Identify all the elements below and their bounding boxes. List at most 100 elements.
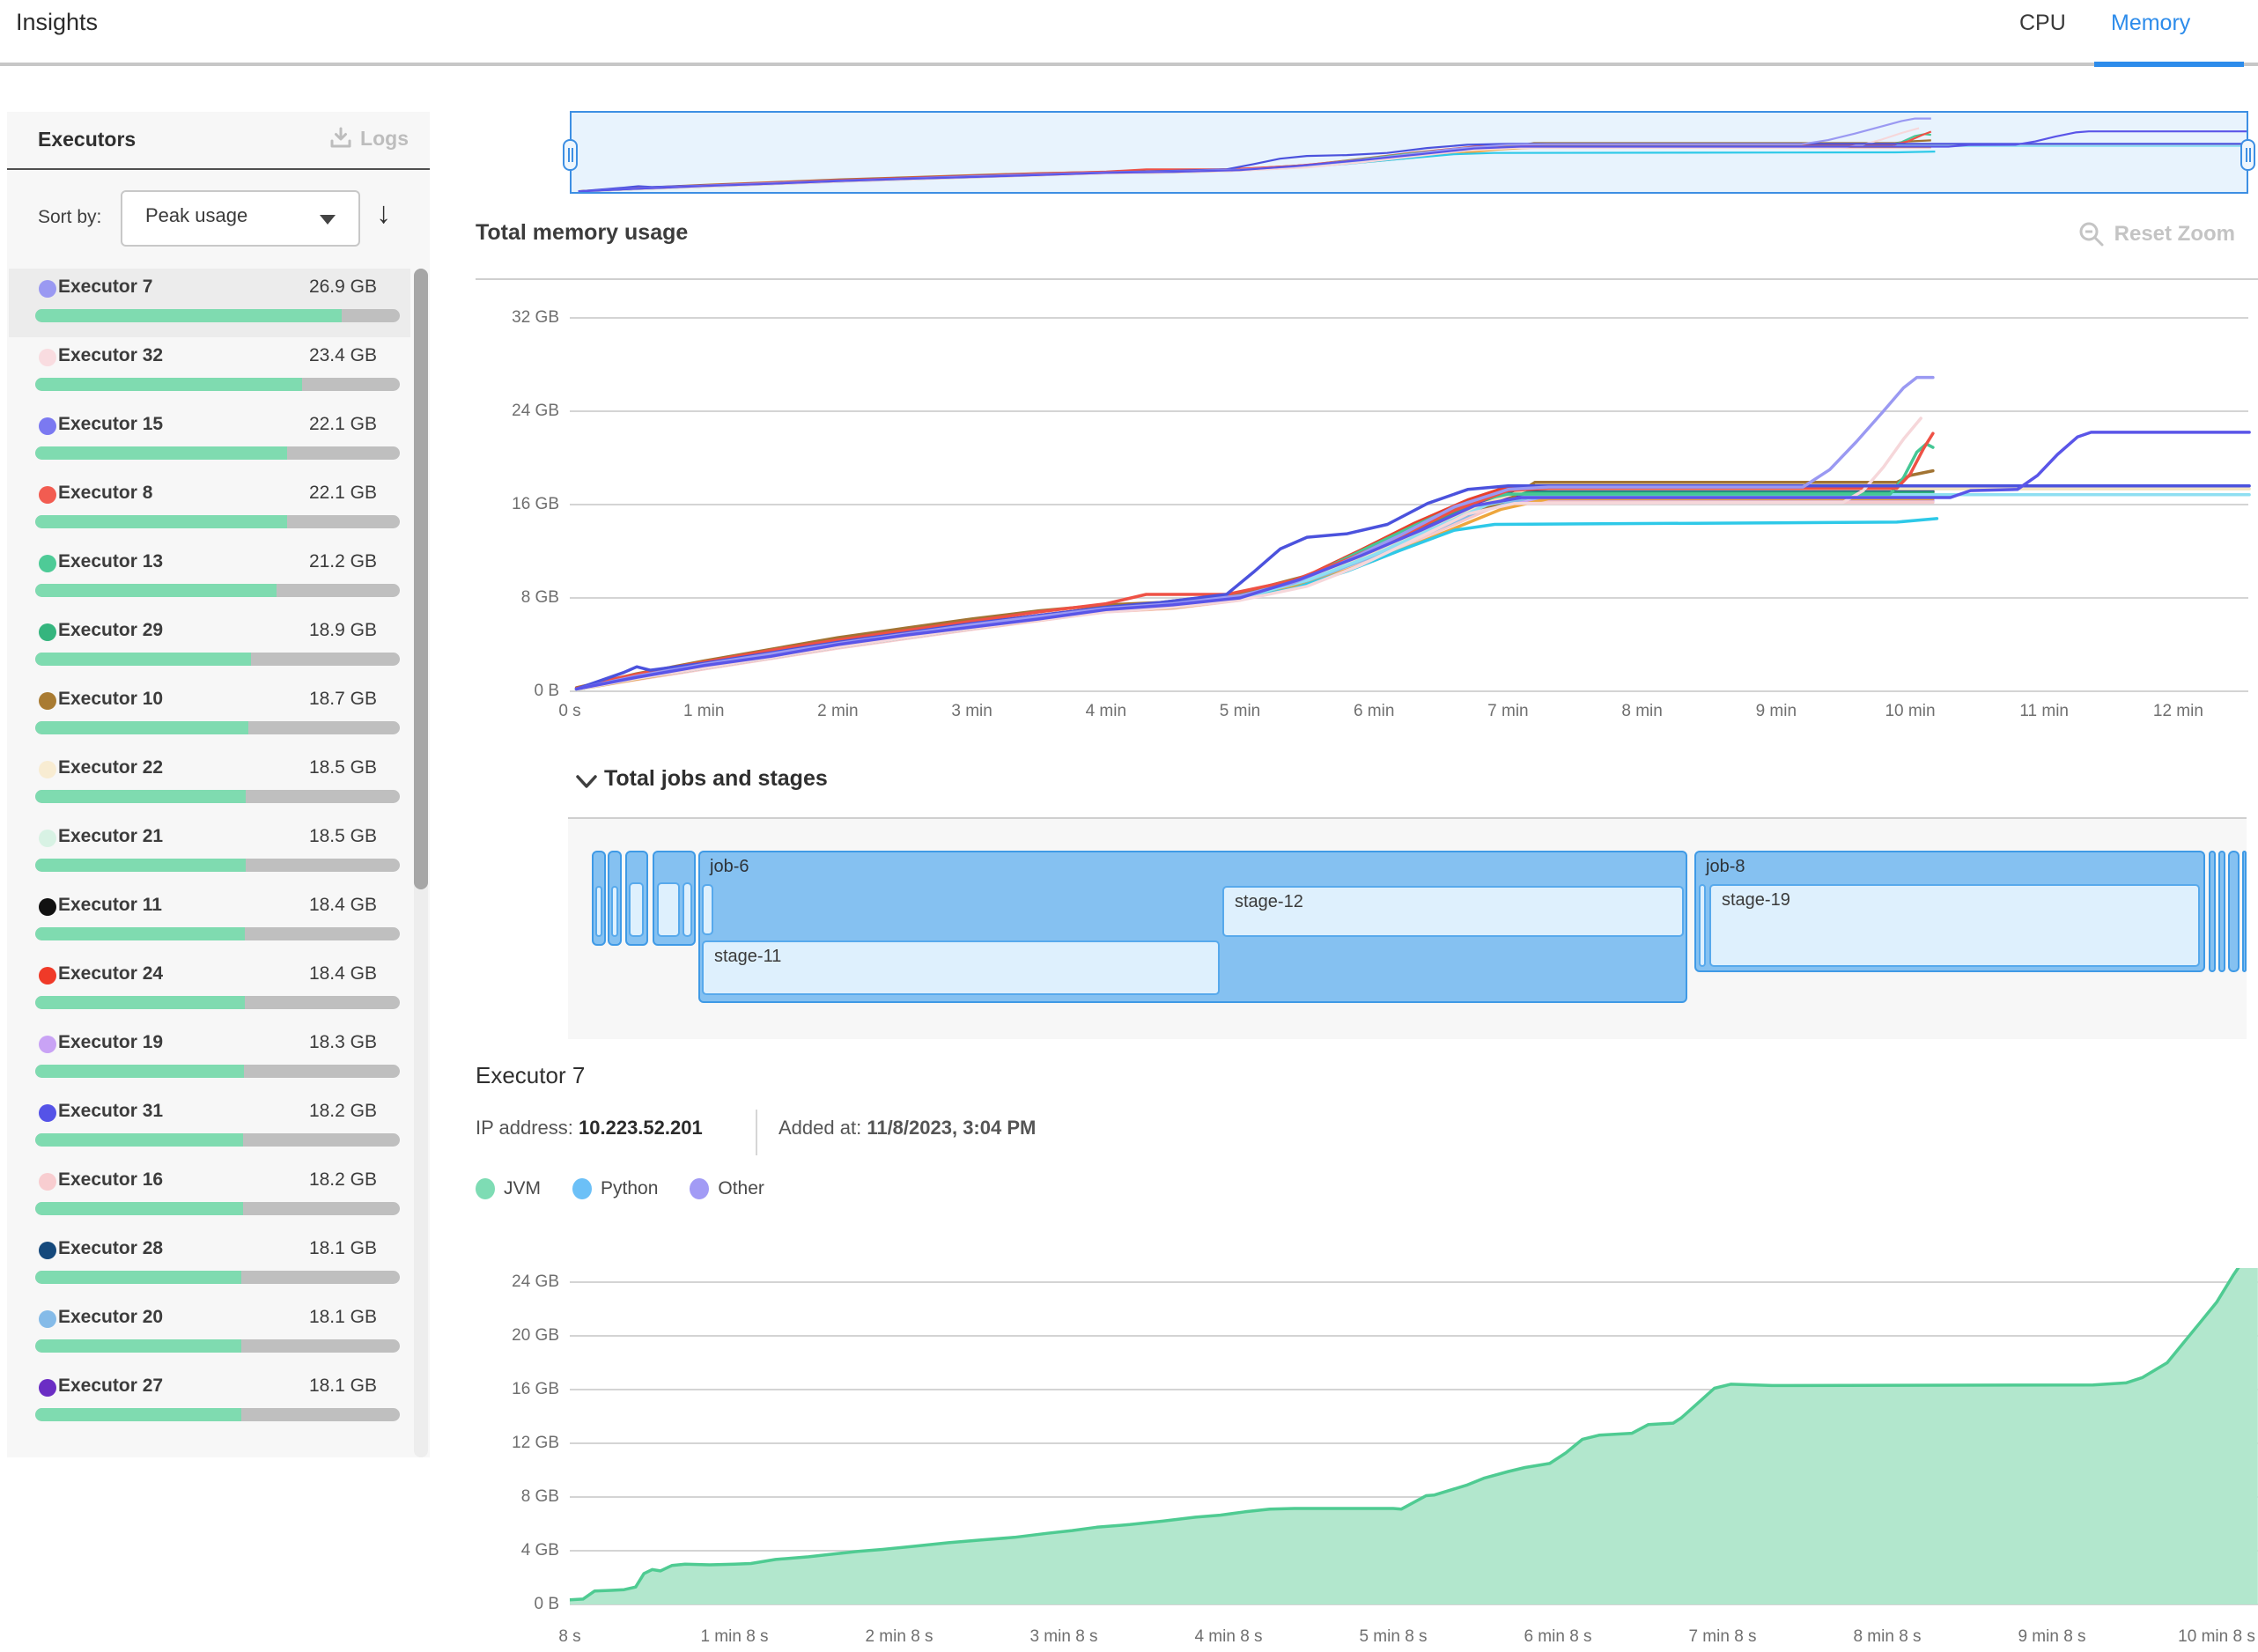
executor-color-dot bbox=[39, 1379, 56, 1397]
executor-row[interactable]: Executor 3223.4 GB bbox=[9, 337, 410, 406]
stage-bar[interactable] bbox=[683, 882, 692, 937]
executor-usage-fill bbox=[35, 859, 246, 872]
reset-zoom-button[interactable]: Reset Zoom bbox=[2077, 220, 2235, 248]
sort-select[interactable]: Peak usage bbox=[121, 190, 360, 247]
scrollbar-thumb[interactable] bbox=[414, 269, 428, 889]
executor-usage-fill bbox=[35, 721, 248, 734]
brush-handle-left[interactable] bbox=[563, 139, 578, 171]
executor-row[interactable]: Executor 15 22.1 GB bbox=[9, 406, 410, 475]
executor-usage-bar bbox=[35, 309, 400, 322]
stage-bar[interactable] bbox=[702, 884, 713, 935]
executor-name: Executor 15 bbox=[58, 414, 163, 435]
executor-usage-bar bbox=[35, 1408, 400, 1421]
stage-bar-stage-19[interactable]: stage-19 bbox=[1709, 884, 2200, 967]
legend-label: JVM bbox=[504, 1178, 541, 1199]
x-axis-label: 10 min 8 s bbox=[2178, 1627, 2255, 1647]
executor-usage-fill bbox=[35, 1271, 241, 1284]
zoom-brush-strip[interactable] bbox=[570, 111, 2248, 194]
executor-row[interactable]: Executor 726.9 GB bbox=[9, 269, 410, 337]
executor-name: Executor 7 bbox=[58, 277, 152, 298]
jobs-gantt-panel: job-6stage-12stage-11job-8stage-19 bbox=[568, 817, 2247, 1039]
executor-color-dot bbox=[39, 280, 56, 298]
executor-name: Executor 32 bbox=[58, 345, 163, 366]
y-axis-label: 32 GB bbox=[480, 308, 559, 328]
executor-peak-value: 22.1 GB bbox=[309, 483, 377, 504]
executor-row[interactable]: Executor 1018.7 GB bbox=[9, 681, 410, 749]
stage-bar[interactable] bbox=[1699, 884, 1706, 967]
executor-row[interactable]: Executor 2418.4 GB bbox=[9, 955, 410, 1024]
executor-memory-chart[interactable] bbox=[476, 1268, 2258, 1620]
executor-usage-fill bbox=[35, 927, 245, 940]
executor-name: Executor 8 bbox=[58, 483, 152, 504]
executor-usage-fill bbox=[35, 1202, 243, 1215]
executor-name: Executor 21 bbox=[58, 826, 163, 847]
sort-direction-button[interactable]: ↓ bbox=[376, 196, 391, 231]
sort-by-label: Sort by: bbox=[38, 207, 101, 228]
executor-name: Executor 13 bbox=[58, 551, 163, 572]
executor-list: Executor 726.9 GBExecutor 3223.4 GBExecu… bbox=[7, 269, 412, 1457]
added-at-row: Added at: 11/8/2023, 3:04 PM bbox=[778, 1117, 1036, 1139]
executor-row[interactable]: Executor 3118.2 GB bbox=[9, 1093, 410, 1162]
executor-usage-bar bbox=[35, 721, 400, 734]
x-axis-label: 6 min bbox=[1354, 702, 1394, 721]
executor-row[interactable]: Executor 8 22.1 GB bbox=[9, 475, 410, 543]
total-memory-chart[interactable] bbox=[476, 280, 2258, 733]
added-at-label: Added at: bbox=[778, 1117, 861, 1139]
legend-item-jvm: JVM bbox=[476, 1178, 541, 1199]
executor-color-dot bbox=[39, 830, 56, 847]
jobs-section-title[interactable]: Total jobs and stages bbox=[604, 766, 828, 792]
executor-color-dot bbox=[39, 1310, 56, 1328]
executor-name: Executor 16 bbox=[58, 1169, 163, 1191]
executor-peak-value: 21.2 GB bbox=[309, 551, 377, 572]
executor-row[interactable]: Executor 2918.9 GB bbox=[9, 612, 410, 681]
executor-row[interactable]: Executor 13 21.2 GB bbox=[9, 543, 410, 612]
stage-bar[interactable] bbox=[629, 882, 644, 937]
job-bar[interactable] bbox=[2209, 851, 2216, 972]
collapse-chevron-icon[interactable] bbox=[575, 773, 598, 791]
x-axis-label: 7 min bbox=[1487, 702, 1528, 721]
executor-usage-bar bbox=[35, 996, 400, 1009]
executor-row[interactable]: Executor 2818.1 GB bbox=[9, 1230, 410, 1299]
brush-handle-right[interactable] bbox=[2240, 139, 2255, 171]
executor-color-dot bbox=[39, 1173, 56, 1191]
page-title: Insights bbox=[16, 9, 98, 36]
executor-row[interactable]: Executor 1618.2 GB bbox=[9, 1162, 410, 1230]
stage-bar[interactable] bbox=[595, 886, 602, 937]
stage-bar-stage-11[interactable]: stage-11 bbox=[702, 940, 1220, 995]
executor-peak-value: 18.2 GB bbox=[309, 1101, 377, 1122]
series-executor-7 bbox=[577, 378, 1933, 690]
executor-row[interactable]: Executor 1918.3 GB bbox=[9, 1024, 410, 1093]
executor-usage-bar bbox=[35, 927, 400, 940]
stage-bar[interactable] bbox=[611, 886, 618, 937]
x-axis-label: 4 min 8 s bbox=[1194, 1627, 1262, 1647]
series-executor-31 bbox=[577, 486, 2250, 690]
stage-bar-stage-12[interactable]: stage-12 bbox=[1222, 886, 1684, 937]
executor-name: Executor 20 bbox=[58, 1307, 163, 1328]
executor-row[interactable]: Executor 2718.1 GB bbox=[9, 1368, 410, 1436]
executor-row[interactable]: Executor 2218.5 GB bbox=[9, 749, 410, 818]
executor-peak-value: 22.1 GB bbox=[309, 414, 377, 435]
logs-button[interactable]: Logs bbox=[328, 126, 409, 151]
job-bar[interactable] bbox=[2228, 851, 2240, 972]
executor-usage-bar bbox=[35, 1339, 400, 1353]
executor-color-dot bbox=[39, 486, 56, 504]
stage-label: stage-12 bbox=[1235, 892, 1303, 912]
executor-usage-fill bbox=[35, 790, 246, 803]
executor-row[interactable]: Executor 20 18.1 GB bbox=[9, 1299, 410, 1368]
x-axis-label: 5 min bbox=[1220, 702, 1260, 721]
executor-row[interactable]: Executor 1118.4 GB bbox=[9, 887, 410, 955]
ip-address-label: IP address: bbox=[476, 1117, 573, 1139]
download-icon bbox=[328, 126, 353, 151]
executors-panel-title: Executors bbox=[38, 128, 136, 151]
executor-peak-value: 18.1 GB bbox=[309, 1307, 377, 1328]
executor-row[interactable]: Executor 2118.5 GB bbox=[9, 818, 410, 887]
executor-usage-bar bbox=[35, 1271, 400, 1284]
executor-peak-value: 18.3 GB bbox=[309, 1032, 377, 1053]
y-axis-label: 24 GB bbox=[480, 1272, 559, 1292]
tab-cpu[interactable]: CPU bbox=[2019, 11, 2066, 36]
stage-bar[interactable] bbox=[657, 882, 680, 937]
job-bar[interactable] bbox=[2242, 851, 2247, 972]
tab-memory[interactable]: Memory bbox=[2111, 11, 2190, 36]
job-bar[interactable] bbox=[2218, 851, 2225, 972]
executor-peak-value: 18.7 GB bbox=[309, 689, 377, 710]
